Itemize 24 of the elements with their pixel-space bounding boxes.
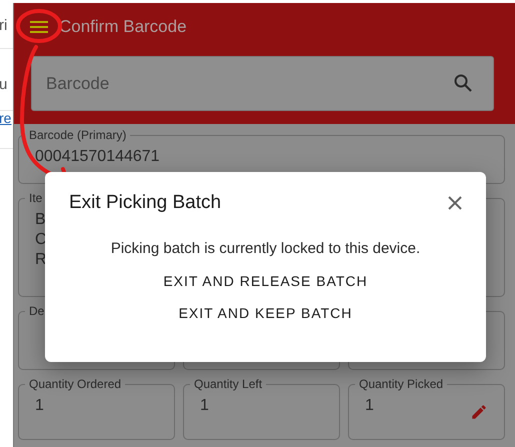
close-icon[interactable] xyxy=(448,196,462,210)
field-value: 1 xyxy=(365,397,374,415)
link[interactable]: re xyxy=(0,110,12,126)
dialog-title: Exit Picking Batch xyxy=(69,192,222,214)
menu-icon[interactable] xyxy=(29,20,49,34)
field-label: Ite xyxy=(28,191,44,205)
field-label: Quantity Picked xyxy=(358,377,444,391)
field-label: De xyxy=(28,304,46,318)
dialog-message: Picking batch is currently locked to this device. xyxy=(110,240,422,257)
field-label: Barcode (Primary) xyxy=(28,128,128,142)
field-value: 00041570144671 xyxy=(35,148,160,166)
field-label: Quantity Ordered xyxy=(28,377,122,391)
search-field[interactable]: Barcode xyxy=(31,56,494,111)
screen-title: Confirm Barcode xyxy=(59,17,187,37)
field-value: 1 xyxy=(200,397,209,415)
field-value: 1 xyxy=(35,397,44,415)
field-value: R xyxy=(35,251,47,269)
field-value: B xyxy=(35,211,46,229)
pencil-icon[interactable] xyxy=(470,403,488,421)
field-value: C xyxy=(35,231,47,249)
background-text: u xyxy=(0,76,8,93)
search-icon[interactable] xyxy=(454,74,472,92)
field-label: Quantity Left xyxy=(193,377,264,391)
background-text: ri xyxy=(0,17,8,34)
